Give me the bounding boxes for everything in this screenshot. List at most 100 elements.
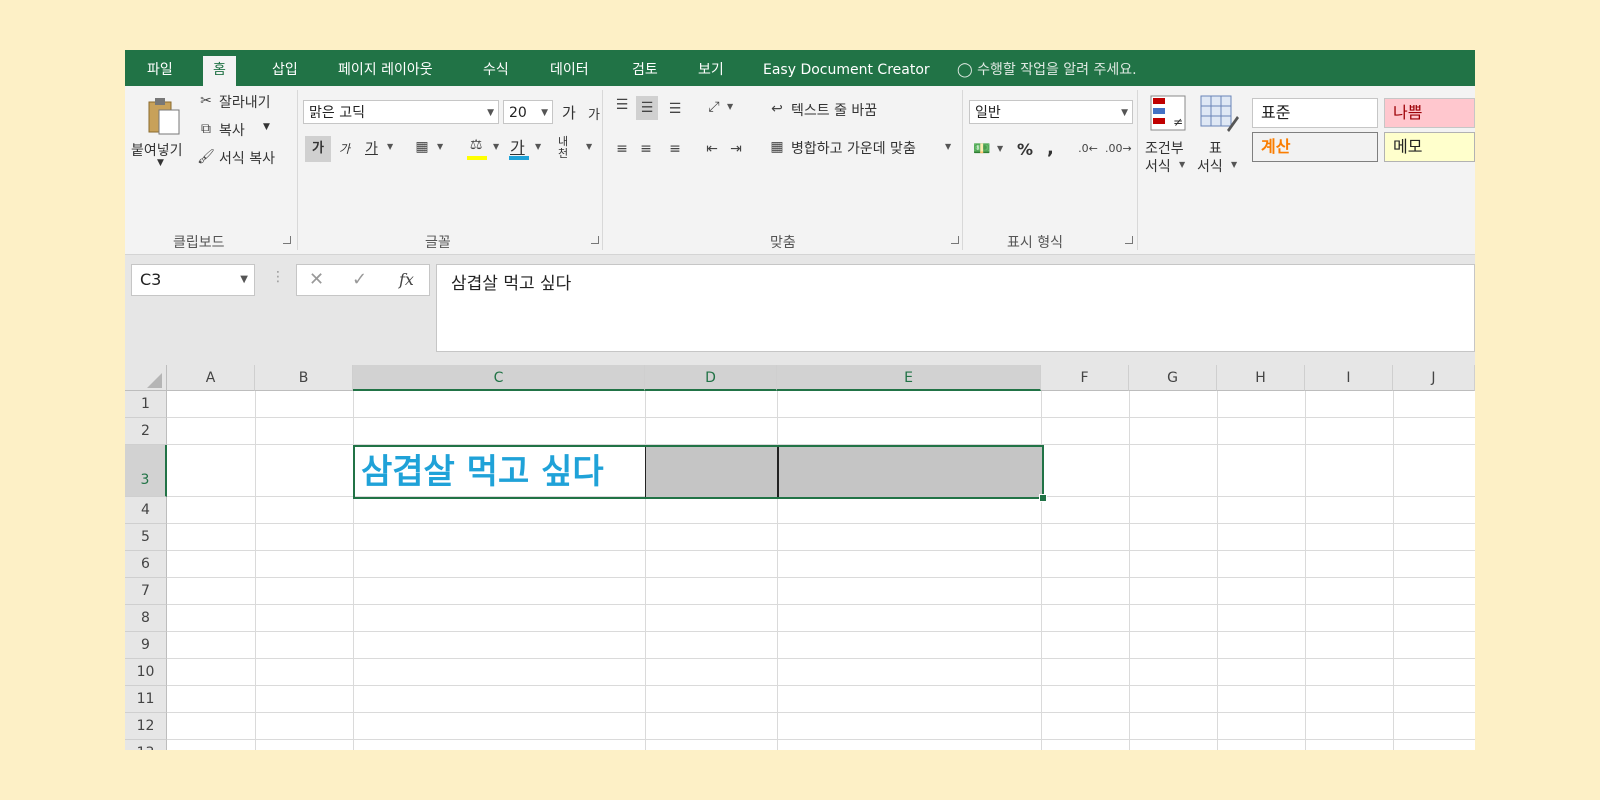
underline-button[interactable]: 가 [365, 138, 378, 158]
gridline [1129, 391, 1130, 750]
tab-page-layout[interactable]: 페이지 레이아웃 [338, 50, 433, 86]
decrease-decimal-icon[interactable]: .00→ [1105, 140, 1132, 158]
column-header-g[interactable]: G [1129, 365, 1217, 391]
orientation-icon[interactable]: ⤢ [703, 98, 725, 116]
row-header-3[interactable]: 3 [125, 445, 167, 497]
column-header-d[interactable]: D [645, 365, 777, 391]
select-all-corner[interactable] [125, 365, 167, 391]
gridline [167, 685, 1475, 686]
copy-dropdown-icon[interactable]: ▼ [263, 122, 270, 132]
font-color-button[interactable]: 가 [507, 134, 533, 162]
paste-button[interactable]: 붙여넣기 ▼ [129, 90, 193, 178]
decrease-indent-icon[interactable]: ⇤ [701, 140, 723, 158]
cut-button[interactable]: ✂ 잘라내기 [197, 92, 287, 114]
conditional-formatting-button[interactable]: ≠ 조건부 서식 ▼ [1141, 90, 1193, 180]
increase-decimal-icon[interactable]: .0← [1077, 140, 1099, 158]
column-header-e[interactable]: E [777, 365, 1041, 391]
orientation-dropdown-icon[interactable]: ▼ [727, 102, 733, 111]
paintbrush-icon: 🖌 [197, 149, 215, 165]
row-header-12[interactable]: 12 [125, 713, 167, 740]
font-size-combo[interactable]: 20 ▼ [503, 100, 553, 124]
align-bottom-icon[interactable]: ☰ [665, 100, 685, 118]
align-top-icon[interactable]: ☰ [612, 96, 632, 114]
insert-function-icon[interactable]: fx [399, 265, 414, 295]
tab-insert[interactable]: 삽입 [272, 50, 298, 86]
paste-dropdown-icon[interactable]: ▼ [157, 158, 164, 168]
style-note[interactable]: 메모 [1384, 132, 1475, 162]
row-header-13[interactable]: 13 [125, 740, 167, 750]
cancel-icon[interactable]: ✕ [309, 265, 324, 295]
row-header-10[interactable]: 10 [125, 659, 167, 686]
formula-bar-splitter-icon[interactable]: ⋮ [271, 269, 285, 285]
shrink-font-button[interactable]: 가 [588, 104, 600, 123]
lightbulb-icon: ◯ [957, 62, 973, 78]
wrap-text-button[interactable]: ↩ 텍스트 줄 바꿈 [767, 100, 897, 122]
border-icon[interactable]: ▦ [413, 138, 431, 156]
font-color-dropdown-icon[interactable]: ▼ [535, 142, 541, 151]
font-name-combo[interactable]: 맑은 고딕 ▼ [303, 100, 499, 124]
row-header-1[interactable]: 1 [125, 391, 167, 418]
tab-data[interactable]: 데이터 [550, 50, 589, 86]
accounting-format-icon[interactable]: 💵 [971, 140, 993, 158]
column-header-b[interactable]: B [255, 365, 353, 391]
font-dialog-launcher-icon[interactable] [591, 236, 599, 244]
tab-easy-document-creator[interactable]: Easy Document Creator [763, 50, 930, 86]
row-header-7[interactable]: 7 [125, 578, 167, 605]
copy-button[interactable]: ⧉ 복사 ▼ [197, 120, 287, 142]
format-as-table-button[interactable]: 표 서식 ▼ [1195, 90, 1245, 180]
tab-view[interactable]: 보기 [698, 50, 724, 86]
row-header-5[interactable]: 5 [125, 524, 167, 551]
format-painter-button[interactable]: 🖌 서식 복사 [197, 148, 297, 170]
row-header-2[interactable]: 2 [125, 418, 167, 445]
border-dropdown-icon[interactable]: ▼ [437, 142, 443, 151]
column-header-a[interactable]: A [167, 365, 255, 391]
percent-style-button[interactable]: % [1017, 140, 1033, 159]
style-normal[interactable]: 표준 [1252, 98, 1378, 128]
align-center-icon[interactable]: ≡ [636, 140, 656, 158]
name-box[interactable]: C3 ▼ [131, 264, 255, 296]
accounting-dropdown-icon[interactable]: ▼ [997, 144, 1003, 153]
column-header-c[interactable]: C [353, 365, 645, 391]
tab-formulas[interactable]: 수식 [483, 50, 509, 86]
column-header-i[interactable]: I [1305, 365, 1393, 391]
bold-button[interactable]: 가 [305, 136, 331, 162]
column-header-j[interactable]: J [1393, 365, 1475, 391]
row-header-11[interactable]: 11 [125, 686, 167, 713]
align-right-icon[interactable]: ≡ [665, 140, 685, 158]
column-header-h[interactable]: H [1217, 365, 1305, 391]
gridline [167, 550, 1475, 551]
tell-me-search[interactable]: ◯ 수행할 작업을 알려 주세요. [957, 50, 1137, 86]
underline-dropdown-icon[interactable]: ▼ [387, 142, 393, 151]
number-dialog-launcher-icon[interactable] [1125, 236, 1133, 244]
fill-color-dropdown-icon[interactable]: ▼ [493, 142, 499, 151]
style-calculation[interactable]: 계산 [1252, 132, 1378, 162]
number-format-combo[interactable]: 일반 ▼ [969, 100, 1133, 124]
formula-input[interactable]: 삼겹살 먹고 싶다 [436, 264, 1475, 352]
clipboard-dialog-launcher-icon[interactable] [283, 236, 291, 244]
grow-font-button[interactable]: 가 [562, 102, 576, 123]
merge-center-button[interactable]: ▦ 병합하고 가운데 맞춤 ▼ [767, 138, 957, 160]
row-header-6[interactable]: 6 [125, 551, 167, 578]
align-middle-icon[interactable]: ☰ [636, 96, 658, 120]
enter-icon[interactable]: ✓ [352, 265, 367, 295]
merge-center-label: 병합하고 가운데 맞춤 [791, 141, 916, 157]
phonetic-dropdown-icon[interactable]: ▼ [586, 142, 592, 151]
paste-label: 붙여넣기 [131, 143, 183, 159]
comma-style-button[interactable]: , [1047, 138, 1054, 159]
tab-review[interactable]: 검토 [632, 50, 658, 86]
row-header-9[interactable]: 9 [125, 632, 167, 659]
phonetic-button[interactable]: 내천 [558, 136, 578, 160]
increase-indent-icon[interactable]: ⇥ [725, 140, 747, 158]
column-header-f[interactable]: F [1041, 365, 1129, 391]
fill-handle[interactable] [1039, 494, 1047, 502]
align-left-icon[interactable]: ≡ [612, 140, 632, 158]
fill-color-button[interactable]: ⚖ [465, 136, 491, 162]
tab-home[interactable]: 홈 [203, 56, 236, 86]
tab-file[interactable]: 파일 [147, 50, 173, 86]
row-header-8[interactable]: 8 [125, 605, 167, 632]
style-bad[interactable]: 나쁨 [1384, 98, 1475, 128]
italic-button[interactable]: 가 [339, 140, 350, 157]
merge-dropdown-icon[interactable]: ▼ [945, 142, 951, 151]
row-header-4[interactable]: 4 [125, 497, 167, 524]
alignment-dialog-launcher-icon[interactable] [951, 236, 959, 244]
